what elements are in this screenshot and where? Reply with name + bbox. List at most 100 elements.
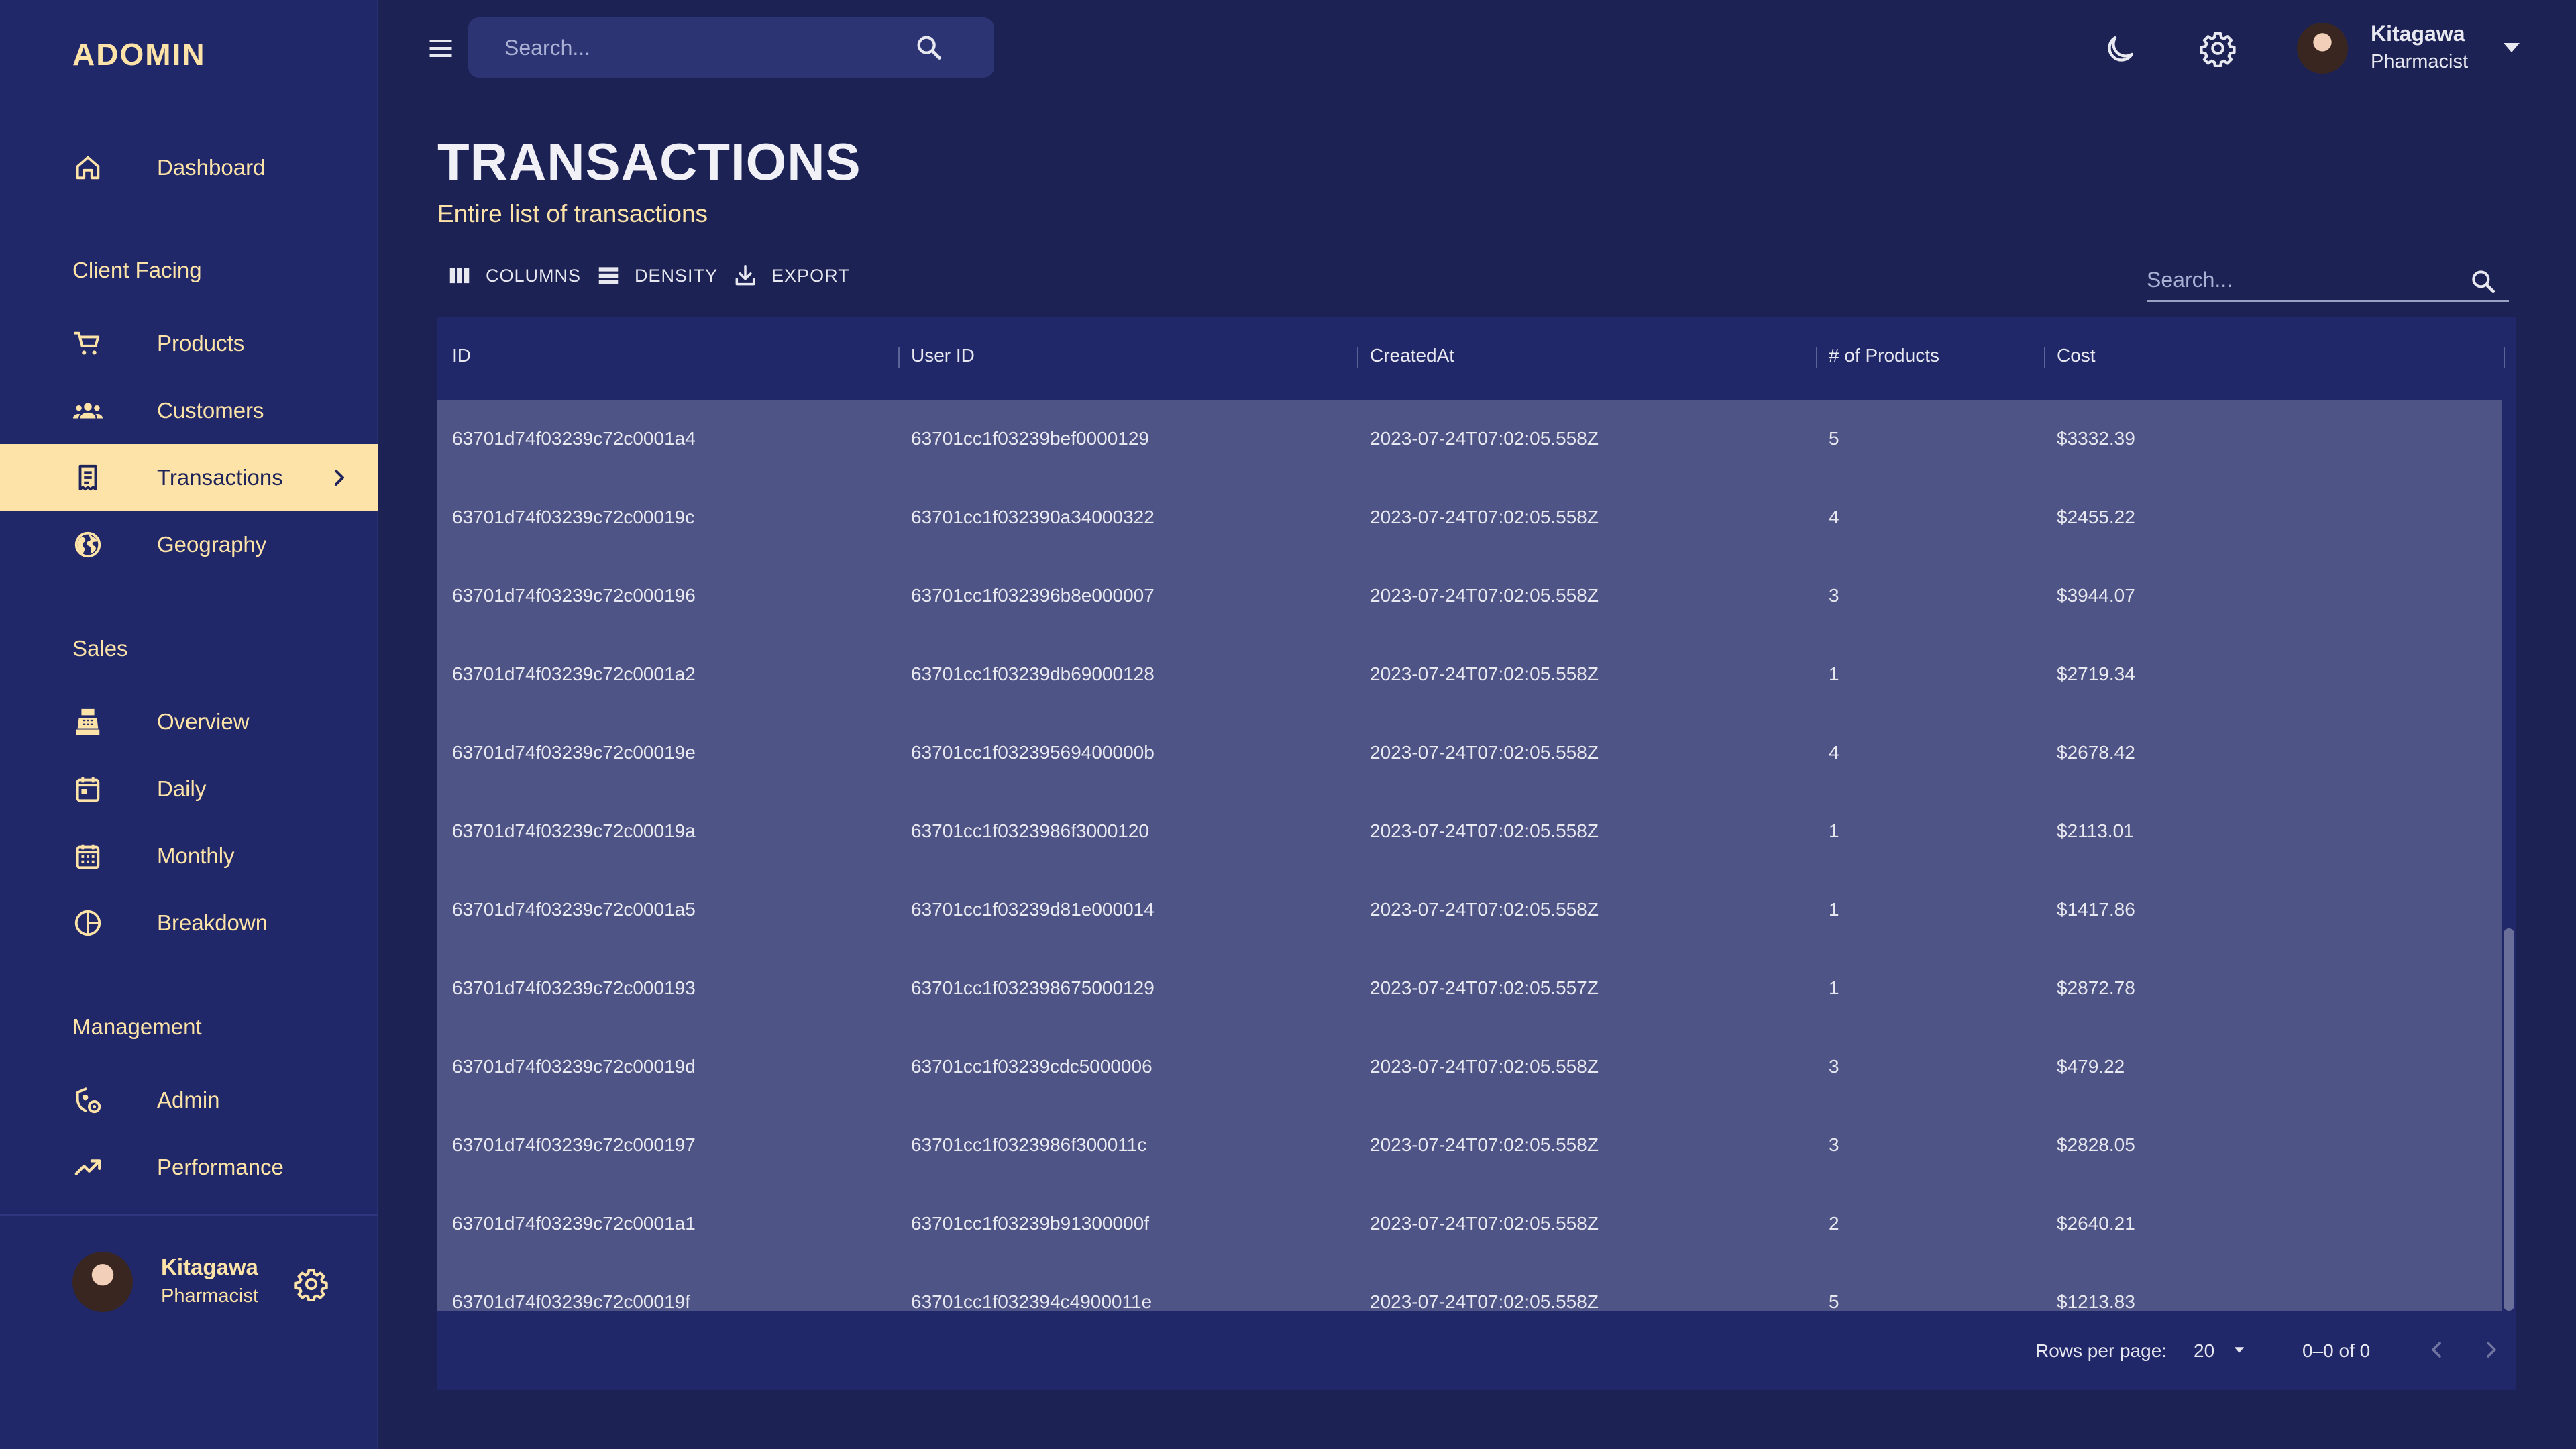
column-header-created-at[interactable]: CreatedAt	[1370, 345, 1454, 366]
previous-page-button[interactable]	[2423, 1336, 2450, 1363]
cell-num-products: 1	[1829, 663, 1839, 684]
columns-button[interactable]: COLUMNS	[447, 263, 581, 288]
gear-icon[interactable]	[294, 1267, 329, 1301]
table-row[interactable]: 63701d74f03239c72c0001a5 63701cc1f03239d…	[437, 871, 2502, 949]
dark-mode-icon[interactable]	[2102, 31, 2139, 67]
table-row[interactable]: 63701d74f03239c72c00019d 63701cc1f03239c…	[437, 1028, 2502, 1106]
pagination-range: 0–0 of 0	[2302, 1340, 2371, 1361]
density-button[interactable]: DENSITY	[596, 263, 718, 288]
column-header-cost[interactable]: Cost	[2057, 345, 2096, 366]
sidebar-item-dashboard[interactable]: Dashboard	[0, 134, 378, 201]
table-row[interactable]: 63701d74f03239c72c00019f 63701cc1f032394…	[437, 1263, 2502, 1311]
user-menu-button[interactable]: Kitagawa Pharmacist	[2297, 20, 2525, 76]
column-header-num-products[interactable]: # of Products	[1829, 345, 1939, 366]
cell-num-products: 1	[1829, 899, 1839, 920]
table-row[interactable]: 63701d74f03239c72c000196 63701cc1f032396…	[437, 557, 2502, 635]
cell-id: 63701d74f03239c72c0001a2	[452, 663, 696, 684]
sidebar-divider	[0, 1214, 378, 1216]
cell-cost: $2640.21	[2057, 1213, 2135, 1234]
settings-icon[interactable]	[2199, 30, 2237, 67]
sidebar-item-label: Dashboard	[157, 155, 266, 180]
cell-created-at: 2023-07-24T07:02:05.557Z	[1370, 977, 1599, 998]
cell-user-id: 63701cc1f032396b8e000007	[911, 585, 1155, 606]
table-row[interactable]: 63701d74f03239c72c000193 63701cc1f032398…	[437, 949, 2502, 1028]
cell-id: 63701d74f03239c72c00019f	[452, 1291, 691, 1311]
table-row[interactable]: 63701d74f03239c72c000197 63701cc1f032398…	[437, 1106, 2502, 1185]
calendar-month-icon	[72, 841, 103, 871]
column-header-user-id[interactable]: User ID	[911, 345, 975, 366]
cell-id: 63701d74f03239c72c00019c	[452, 506, 695, 527]
cell-user-id: 63701cc1f03239b91300000f	[911, 1213, 1150, 1234]
cell-created-at: 2023-07-24T07:02:05.558Z	[1370, 820, 1599, 841]
page-title: TRANSACTIONS	[437, 132, 861, 191]
sidebar-item-label: Breakdown	[157, 910, 268, 935]
cell-created-at: 2023-07-24T07:02:05.558Z	[1370, 1134, 1599, 1155]
column-separator[interactable]	[1357, 347, 1358, 368]
cell-id: 63701d74f03239c72c0001a1	[452, 1213, 696, 1234]
cell-cost: $1417.86	[2057, 899, 2135, 920]
top-search-input[interactable]	[504, 17, 907, 78]
cell-cost: $3944.07	[2057, 585, 2135, 606]
cell-created-at: 2023-07-24T07:02:05.558Z	[1370, 1213, 1599, 1234]
cell-cost: $2828.05	[2057, 1134, 2135, 1155]
search-icon[interactable]	[914, 32, 945, 63]
table-row[interactable]: 63701d74f03239c72c0001a2 63701cc1f03239d…	[437, 635, 2502, 714]
sidebar-item-breakdown[interactable]: Breakdown	[0, 890, 378, 957]
cell-user-id: 63701cc1f03239569400000b	[911, 742, 1155, 763]
table-row[interactable]: 63701d74f03239c72c00019a 63701cc1f032398…	[437, 792, 2502, 871]
avatar	[2297, 23, 2348, 74]
table-row[interactable]: 63701d74f03239c72c00019e 63701cc1f032395…	[437, 714, 2502, 792]
grid-search-input[interactable]	[2147, 260, 2462, 299]
cell-created-at: 2023-07-24T07:02:05.558Z	[1370, 506, 1599, 527]
user-role: Pharmacist	[2371, 51, 2469, 72]
chevron-left-icon	[2432, 1342, 2441, 1358]
home-icon	[72, 152, 103, 183]
export-label: EXPORT	[771, 265, 850, 286]
cell-created-at: 2023-07-24T07:02:05.558Z	[1370, 1291, 1599, 1311]
cell-user-id: 63701cc1f0323986f300011c	[911, 1134, 1147, 1155]
sidebar-item-customers[interactable]: Customers	[0, 377, 378, 444]
export-button[interactable]: EXPORT	[733, 263, 850, 288]
cell-id: 63701d74f03239c72c0001a4	[452, 428, 696, 449]
sidebar-item-label: Geography	[157, 532, 267, 557]
cell-cost: $2455.22	[2057, 506, 2135, 527]
table-row[interactable]: 63701d74f03239c72c0001a1 63701cc1f03239b…	[437, 1185, 2502, 1263]
cell-num-products: 4	[1829, 742, 1839, 763]
section-label-sales: Sales	[72, 636, 128, 661]
column-header-id[interactable]: ID	[452, 345, 471, 366]
rows-per-page-label: Rows per page:	[2035, 1340, 2167, 1361]
sidebar-item-label: Daily	[157, 776, 207, 801]
column-separator[interactable]	[898, 347, 900, 368]
calendar-today-icon	[72, 773, 103, 804]
density-label: DENSITY	[635, 265, 718, 286]
groups-icon	[72, 395, 103, 426]
page-subtitle: Entire list of transactions	[437, 200, 708, 227]
sidebar-item-overview[interactable]: Overview	[0, 688, 378, 755]
arrow-drop-down-icon	[2234, 1347, 2245, 1353]
section-label-management: Management	[72, 1014, 202, 1039]
column-separator[interactable]	[2044, 347, 2045, 368]
sidebar-item-monthly[interactable]: Monthly	[0, 822, 378, 890]
brand-logo[interactable]: ADOMIN	[72, 36, 206, 72]
sidebar-item-geography[interactable]: Geography	[0, 511, 378, 578]
cell-cost: $2872.78	[2057, 977, 2135, 998]
sidebar-user-profile: Kitagawa Pharmacist	[72, 1252, 368, 1316]
table-row[interactable]: 63701d74f03239c72c00019c 63701cc1f032390…	[437, 478, 2502, 557]
sidebar-item-performance[interactable]: Performance	[0, 1134, 378, 1201]
sidebar-item-admin[interactable]: Admin	[0, 1067, 378, 1134]
column-separator[interactable]	[2504, 347, 2505, 368]
column-separator[interactable]	[1816, 347, 1817, 368]
sidebar-item-products[interactable]: Products	[0, 310, 378, 377]
next-page-button[interactable]	[2478, 1336, 2505, 1363]
scrollbar-thumb[interactable]	[2504, 928, 2514, 1311]
sidebar-item-label: Customers	[157, 398, 264, 423]
avatar	[72, 1252, 133, 1312]
grid-toolbar: COLUMNS DENSITY EXPORT	[447, 260, 865, 291]
sidebar-item-daily[interactable]: Daily	[0, 755, 378, 822]
sidebar-item-transactions[interactable]: Transactions	[0, 444, 378, 511]
menu-icon[interactable]	[424, 34, 458, 63]
rows-per-page-select[interactable]: 20	[2194, 1338, 2254, 1364]
cell-id: 63701d74f03239c72c000193	[452, 977, 696, 998]
sidebar-item-label: Performance	[157, 1155, 284, 1179]
table-row[interactable]: 63701d74f03239c72c0001a4 63701cc1f03239b…	[437, 400, 2502, 478]
